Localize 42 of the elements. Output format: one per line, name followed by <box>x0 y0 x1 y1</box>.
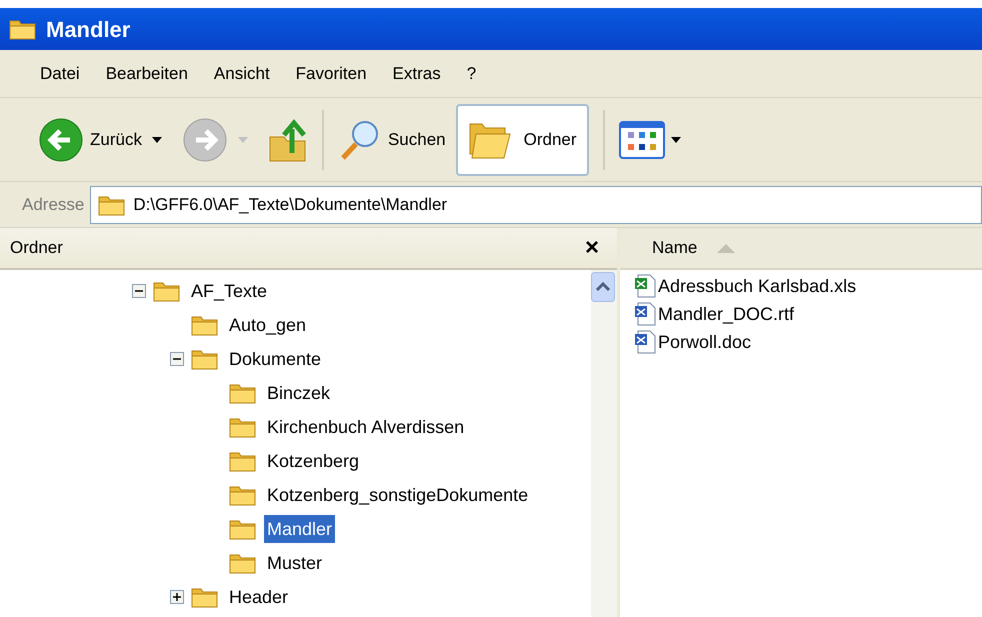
back-button[interactable]: Zurück <box>38 116 142 162</box>
tree-item[interactable]: Kotzenberg <box>264 447 362 475</box>
menu-item[interactable]: Ansicht <box>214 60 270 86</box>
collapse-icon[interactable] <box>132 284 146 298</box>
spreadsheet-icon <box>634 274 656 298</box>
file-name[interactable]: Porwoll.doc <box>658 328 752 356</box>
tree-item[interactable]: Kotzenberg_sonstigeDokumente <box>264 481 532 509</box>
tree-item[interactable]: Header <box>226 583 292 611</box>
tree-item[interactable]: Muster <box>264 549 326 577</box>
tree-item[interactable]: Kirchenbuch Alverdissen <box>264 413 468 441</box>
dropdown-arrow-icon <box>670 136 681 142</box>
collapse-icon[interactable] <box>170 352 184 366</box>
menu-item[interactable]: ? <box>466 60 476 86</box>
views-button[interactable] <box>618 120 681 158</box>
file-name[interactable]: Mandler_DOC.rtf <box>658 300 794 328</box>
menu-item[interactable]: Extras <box>392 60 441 86</box>
search-button[interactable]: Suchen <box>338 116 446 162</box>
tree-item[interactable]: Mandler <box>264 515 336 543</box>
address-field[interactable]: D:\GFF6.0\AF_Texte\Dokumente\Mandler <box>90 186 982 224</box>
expand-icon[interactable] <box>170 590 184 604</box>
folder-up-icon[interactable] <box>268 116 308 162</box>
close-button[interactable]: × <box>584 236 599 260</box>
folders-button[interactable]: Ordner <box>456 104 589 176</box>
tree-item[interactable]: AF_Texte <box>188 277 270 305</box>
tree-item[interactable]: Dokumente <box>226 345 324 373</box>
file-name[interactable]: Adressbuch Karlsbad.xls <box>658 272 856 300</box>
document-icon <box>634 330 656 354</box>
views-icon <box>618 120 665 158</box>
address-label: Adresse <box>22 194 84 216</box>
tree-item[interactable]: Auto_gen <box>226 311 310 339</box>
menu-item[interactable]: Favoriten <box>296 60 367 86</box>
sort-ascending-icon <box>717 244 736 252</box>
menu-item[interactable]: Bearbeiten <box>106 60 188 86</box>
menu-item[interactable]: Datei <box>40 60 80 86</box>
window-title: Mandler <box>46 16 130 44</box>
column-header[interactable]: Name <box>620 228 982 270</box>
dropdown-arrow-icon[interactable] <box>152 136 162 142</box>
scrollbar[interactable] <box>591 270 617 617</box>
pane-title: Ordner <box>10 237 63 260</box>
document-icon <box>634 302 656 326</box>
tree-item[interactable]: Binczek <box>264 379 334 407</box>
scroll-up-icon[interactable] <box>591 272 615 302</box>
